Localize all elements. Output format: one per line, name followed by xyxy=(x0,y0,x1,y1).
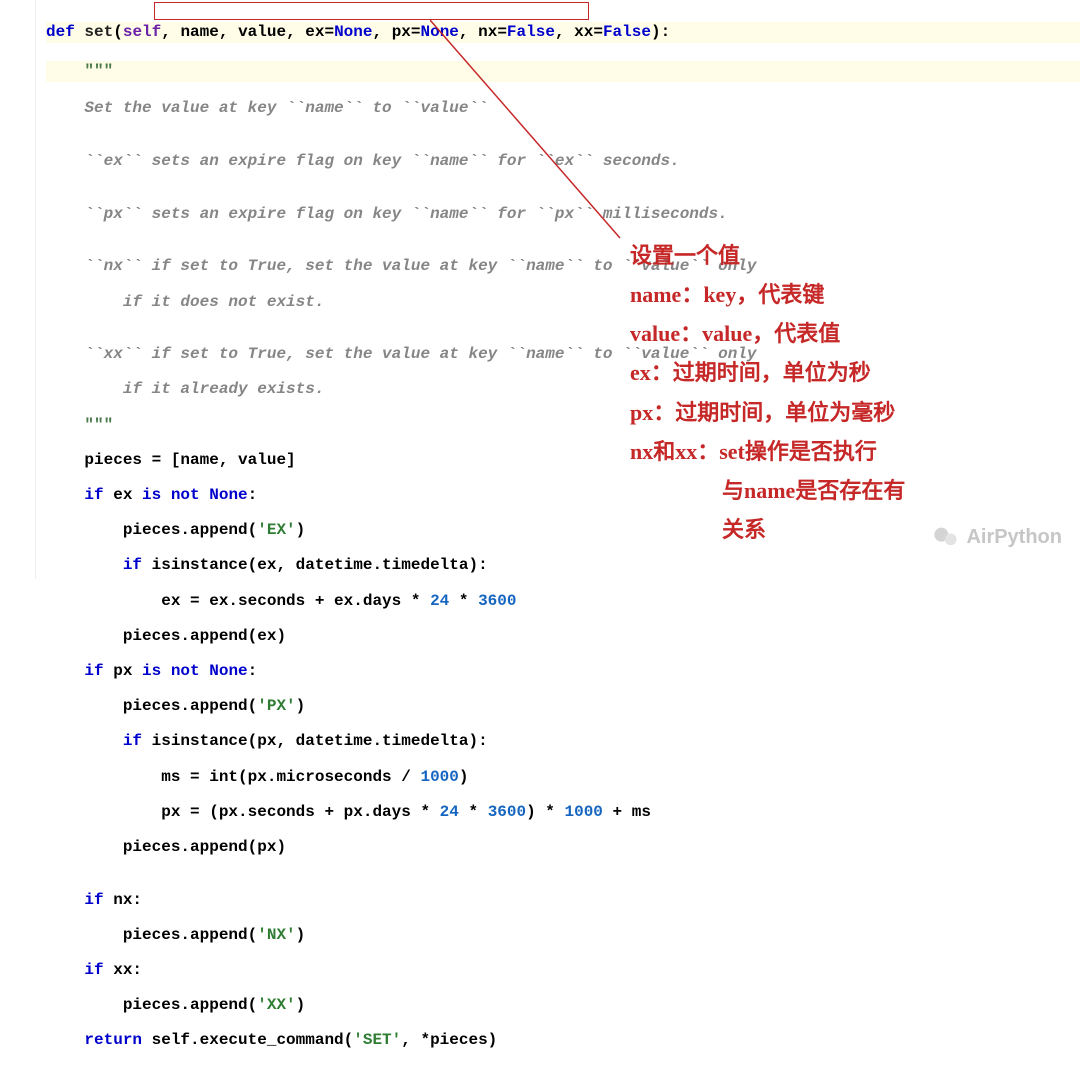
code-line: pieces.append('PX') xyxy=(46,698,1080,716)
code-line: px = (px.seconds + px.days * 24 * 3600) … xyxy=(46,804,1080,822)
code-line: if xx: xyxy=(46,962,1080,980)
annotation-line: px：过期时间，单位为毫秒 xyxy=(630,393,905,432)
annotation-line: ex：过期时间，单位为秒 xyxy=(630,353,905,392)
param-self: self xyxy=(123,23,161,41)
docstring-line: if it does not exist. xyxy=(46,294,1080,312)
wechat-icon xyxy=(932,523,960,551)
function-name: set xyxy=(84,23,113,41)
code-line: pieces.append('EX') xyxy=(46,522,1080,540)
docstring-line: ``xx`` if set to True, set the value at … xyxy=(46,346,1080,364)
code-line: if px is not None: xyxy=(46,663,1080,681)
signature-line: def set(self, name, value, ex=None, px=N… xyxy=(46,22,1080,44)
annotation-line: value：value，代表值 xyxy=(630,314,905,353)
docstring-line: Set the value at key ``name`` to ``value… xyxy=(46,100,1080,118)
code-line: if ex is not None: xyxy=(46,487,1080,505)
annotation-line: name：key，代表键 xyxy=(630,275,905,314)
code-block: def set(self, name, value, ex=None, px=N… xyxy=(0,0,1080,1068)
docstring-line: if it already exists. xyxy=(46,381,1080,399)
annotation-line: 设置一个值 xyxy=(630,236,905,275)
code-line: pieces = [name, value] xyxy=(46,452,1080,470)
docstring-close: """ xyxy=(46,417,1080,435)
docstring-open: """ xyxy=(46,62,113,80)
code-line: pieces.append(px) xyxy=(46,839,1080,857)
code-line: ex = ex.seconds + ex.days * 24 * 3600 xyxy=(46,593,1080,611)
code-line: pieces.append('XX') xyxy=(46,997,1080,1015)
code-line: ms = int(px.microseconds / 1000) xyxy=(46,769,1080,787)
code-line: if isinstance(ex, datetime.timedelta): xyxy=(46,557,1080,575)
docstring-line: ``nx`` if set to True, set the value at … xyxy=(46,258,1080,276)
docstring-line: ``px`` sets an expire flag on key ``name… xyxy=(46,206,1080,224)
code-line: return self.execute_command('SET', *piec… xyxy=(46,1032,1080,1050)
annotation-line: 与name是否存在有 xyxy=(630,471,905,510)
code-line: if nx: xyxy=(46,892,1080,910)
code-line: pieces.append(ex) xyxy=(46,628,1080,646)
code-line: if isinstance(px, datetime.timedelta): xyxy=(46,733,1080,751)
code-line: pieces.append('NX') xyxy=(46,927,1080,945)
annotation-line: nx和xx：set操作是否执行 xyxy=(630,432,905,471)
watermark: AirPython xyxy=(932,523,1062,551)
keyword-def: def xyxy=(46,23,75,41)
annotation-panel: 设置一个值 name：key，代表键 value：value，代表值 ex：过期… xyxy=(630,236,905,549)
docstring-line: ``ex`` sets an expire flag on key ``name… xyxy=(46,153,1080,171)
watermark-text: AirPython xyxy=(966,526,1062,549)
annotation-line: 关系 xyxy=(630,510,905,549)
